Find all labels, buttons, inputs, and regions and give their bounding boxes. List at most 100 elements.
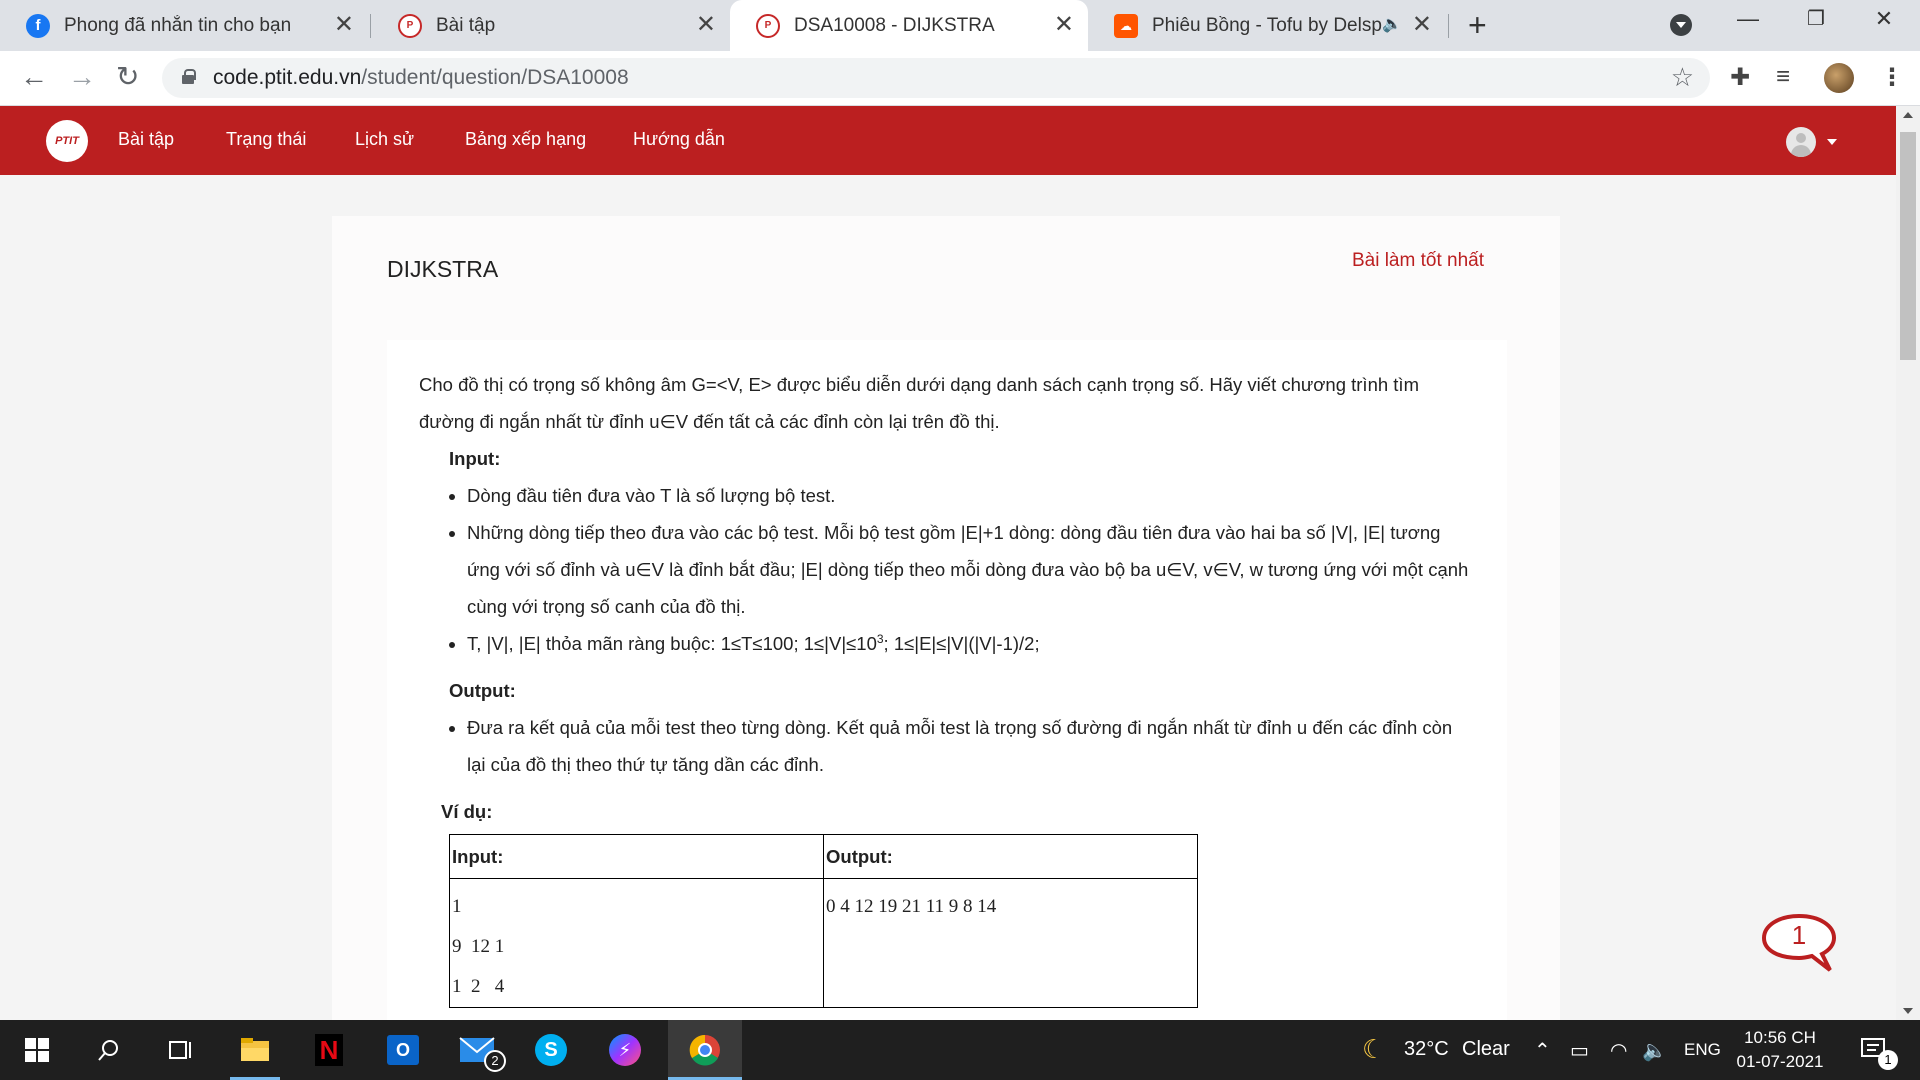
more-menu-icon[interactable]: ⋮: [1880, 63, 1904, 92]
problem-intro: Cho đồ thị có trọng số không âm G=<V, E>…: [419, 374, 1419, 432]
scroll-down-arrow-icon[interactable]: [1903, 1008, 1913, 1014]
list-item: T, |V|, |E| thỏa mãn ràng buộc: 1≤T≤100;…: [467, 625, 1475, 662]
chrome-profile-avatar[interactable]: [1824, 63, 1854, 93]
output-list: Đưa ra kết quả của mỗi test theo từng dò…: [467, 709, 1475, 783]
bookmark-star-icon[interactable]: ☆: [1671, 62, 1694, 93]
problem-description: Cho đồ thị có trọng số không âm G=<V, E>…: [387, 340, 1507, 1040]
url-host: code.ptit.edu.vn: [213, 66, 362, 89]
outlook-icon[interactable]: O: [366, 1020, 440, 1080]
nav-lich-su[interactable]: Lịch sử: [355, 129, 414, 150]
constraint-exponent: 3: [876, 631, 884, 646]
skype-icon[interactable]: S: [514, 1020, 588, 1080]
taskbar-clock[interactable]: 10:56 CH 01-07-2021: [1732, 1026, 1828, 1074]
close-icon[interactable]: ✕: [334, 13, 354, 37]
scroll-up-arrow-icon[interactable]: [1903, 112, 1913, 118]
url-text[interactable]: code.ptit.edu.vn/student/question/DSA100…: [213, 66, 629, 90]
address-bar[interactable]: code.ptit.edu.vn/student/question/DSA100…: [162, 58, 1710, 98]
tab-bai-tap[interactable]: P Bài tập ✕: [372, 0, 730, 51]
tab-title: DSA10008 - DIJKSTRA: [794, 14, 995, 36]
notification-icon[interactable]: 1: [1844, 1020, 1904, 1080]
example-label: Ví dụ:: [441, 801, 493, 822]
mail-icon[interactable]: 2: [440, 1020, 514, 1080]
notification-badge: 1: [1878, 1050, 1898, 1070]
reload-icon[interactable]: ↻: [116, 61, 139, 93]
battery-icon[interactable]: ▭: [1570, 1038, 1589, 1063]
tab-separator: [370, 14, 371, 38]
ptit-logo[interactable]: PTIT: [46, 120, 88, 162]
windows-taskbar: N O 2 S ⚡ ☾ 32°C Clear ⌃ ▭ ◠ 🔈 ENG 10:56…: [0, 1020, 1920, 1080]
ptit-icon: P: [398, 13, 422, 38]
close-icon[interactable]: ✕: [1054, 13, 1074, 37]
volume-icon[interactable]: 🔈: [1642, 1038, 1667, 1063]
chat-bubble-icon[interactable]: 1: [1760, 912, 1838, 976]
tab-soundcloud[interactable]: ☁ Phiêu Bồng - Tofu by Delspx 🔈 ✕: [1088, 0, 1446, 51]
list-item: Những dòng tiếp theo đưa vào các bộ test…: [467, 514, 1475, 625]
tab-title: Phiêu Bồng - Tofu by Delspx: [1152, 14, 1382, 36]
problem-card: DIJKSTRA Bài làm tốt nhất Cho đồ thị có …: [332, 216, 1560, 1040]
list-item: Đưa ra kết quả của mỗi test theo từng dò…: [467, 709, 1475, 783]
weather-temperature[interactable]: 32°C: [1404, 1038, 1449, 1061]
moon-weather-icon[interactable]: ☾: [1362, 1034, 1385, 1065]
user-avatar[interactable]: [1786, 127, 1816, 157]
new-tab-plus-icon[interactable]: +: [1468, 8, 1487, 42]
search-icon[interactable]: [72, 1020, 146, 1080]
chevron-up-icon[interactable]: ⌃: [1534, 1038, 1551, 1063]
nav-bang-xep-hang[interactable]: Bảng xếp hạng: [465, 129, 586, 150]
close-icon[interactable]: ✕: [1412, 13, 1432, 37]
lock-icon: [182, 69, 196, 84]
example-input-header: Input:: [449, 834, 824, 879]
soundcloud-icon: ☁: [1114, 13, 1138, 38]
forward-arrow-icon[interactable]: →: [68, 61, 96, 93]
example-table: Input: Output: 1 9 12 1 1 2 4 0 4 12 19 …: [449, 834, 1198, 1008]
example-output-value: 0 4 12 19 21 11 9 8 14: [823, 878, 1198, 1008]
nav-huong-dan[interactable]: Hướng dẫn: [633, 129, 725, 150]
tab-title: Phong đã nhắn tin cho bạn: [64, 14, 292, 36]
file-explorer-icon[interactable]: [218, 1020, 292, 1080]
speaker-icon[interactable]: 🔈: [1382, 14, 1402, 34]
netflix-icon[interactable]: N: [292, 1020, 366, 1080]
media-control-icon[interactable]: ≡: [1776, 63, 1790, 91]
example-output-header: Output:: [823, 834, 1198, 879]
scroll-thumb[interactable]: [1900, 132, 1916, 360]
task-view-icon[interactable]: [144, 1020, 218, 1080]
constraint-text: T, |V|, |E| thỏa mãn ràng buộc: 1≤T≤100;…: [467, 633, 877, 654]
chrome-icon[interactable]: [668, 1020, 742, 1080]
nav-bai-tap[interactable]: Bài tập: [118, 129, 174, 150]
site-navbar: PTIT Bài tập Trạng thái Lịch sử Bảng xếp…: [0, 106, 1896, 175]
minimize-icon[interactable]: —: [1728, 6, 1768, 32]
facebook-icon: f: [26, 13, 50, 38]
clock-date: 01-07-2021: [1736, 1052, 1824, 1071]
url-path: /student/question/DSA10008: [361, 66, 629, 89]
language-indicator[interactable]: ENG: [1684, 1040, 1721, 1060]
page-scrollbar[interactable]: [1896, 106, 1920, 1020]
list-item: Dòng đầu tiên đưa vào T là số lượng bộ t…: [467, 477, 1475, 514]
problem-title: DIJKSTRA: [387, 256, 499, 282]
messenger-icon[interactable]: ⚡: [588, 1020, 662, 1080]
input-list: Dòng đầu tiên đưa vào T là số lượng bộ t…: [467, 477, 1475, 662]
weather-condition[interactable]: Clear: [1462, 1038, 1510, 1061]
tab-separator: [1448, 14, 1449, 38]
ptit-icon: P: [756, 13, 780, 38]
mail-badge: 2: [484, 1050, 506, 1072]
clock-time: 10:56 CH: [1744, 1028, 1816, 1047]
browser-tab-strip: f Phong đã nhắn tin cho bạn ✕ P Bài tập …: [0, 0, 1920, 51]
tab-dsa10008[interactable]: P DSA10008 - DIJKSTRA ✕: [730, 0, 1088, 51]
best-submission-link[interactable]: Bài làm tốt nhất: [1352, 250, 1484, 272]
input-section-label: Input:: [449, 448, 501, 469]
close-icon[interactable]: ✕: [696, 13, 716, 37]
extensions-puzzle-icon[interactable]: ✚: [1730, 63, 1750, 92]
nav-trang-thai[interactable]: Trạng thái: [226, 129, 306, 150]
window-close-icon[interactable]: ✕: [1864, 6, 1904, 32]
restore-icon[interactable]: ❐: [1796, 6, 1836, 31]
output-section-label: Output:: [449, 680, 516, 701]
chat-count: 1: [1791, 920, 1807, 950]
constraint-text-end: ; 1≤|E|≤|V|(|V|-1)/2;: [883, 633, 1040, 654]
caret-down-icon[interactable]: [1827, 139, 1837, 145]
wifi-icon[interactable]: ◠: [1610, 1038, 1627, 1063]
tab-facebook[interactable]: f Phong đã nhắn tin cho bạn ✕: [0, 0, 368, 51]
tab-title: Bài tập: [436, 14, 496, 36]
back-arrow-icon[interactable]: ←: [20, 61, 48, 93]
browser-toolbar: ← → ↻ code.ptit.edu.vn/student/question/…: [0, 51, 1920, 106]
windows-start-icon[interactable]: [0, 1020, 74, 1080]
tab-search-dropdown-icon[interactable]: [1670, 14, 1692, 36]
